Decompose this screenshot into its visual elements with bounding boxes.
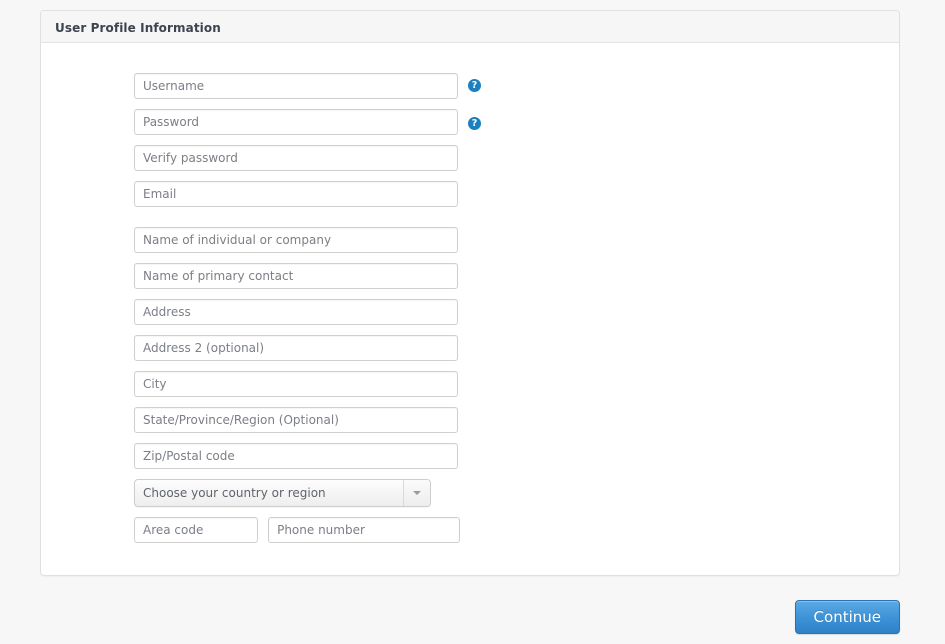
form-row-username: ? [41, 73, 899, 99]
chevron-down-icon[interactable] [403, 480, 430, 506]
zip-input[interactable] [134, 443, 458, 469]
form-row-password: ? [41, 109, 899, 135]
country-select[interactable]: Choose your country or region [134, 479, 431, 507]
form-row-zip [41, 443, 899, 469]
company-name-input[interactable] [134, 227, 458, 253]
address2-input[interactable] [134, 335, 458, 361]
form-row-address [41, 299, 899, 325]
area-code-input[interactable] [134, 517, 258, 543]
page-root: User Profile Information ? ? [0, 0, 945, 644]
address-input[interactable] [134, 299, 458, 325]
user-profile-panel: User Profile Information ? ? [40, 10, 900, 576]
primary-contact-input[interactable] [134, 263, 458, 289]
form-row-verify-password [41, 145, 899, 171]
username-input[interactable] [134, 73, 458, 99]
verify-password-input[interactable] [134, 145, 458, 171]
form-row-company-name [41, 227, 899, 253]
continue-button[interactable]: Continue [794, 600, 900, 634]
panel-body: ? ? [41, 43, 899, 543]
form-row-address2 [41, 335, 899, 361]
form-footer: Continue [40, 600, 900, 634]
form-row-state [41, 407, 899, 433]
email-input[interactable] [134, 181, 458, 207]
panel-header: User Profile Information [41, 11, 899, 43]
form-row-city [41, 371, 899, 397]
form-row-email [41, 181, 899, 207]
country-select-value: Choose your country or region [143, 486, 326, 500]
phone-number-input[interactable] [268, 517, 461, 543]
password-input[interactable] [134, 109, 458, 135]
help-icon-password[interactable]: ? [468, 117, 481, 130]
state-input[interactable] [134, 407, 458, 433]
form-row-country: Choose your country or region [41, 479, 899, 507]
form-row-primary-contact [41, 263, 899, 289]
form-row-phone [41, 517, 899, 543]
help-icon-username[interactable]: ? [468, 79, 481, 92]
page-title: User Profile Information [55, 21, 221, 35]
city-input[interactable] [134, 371, 458, 397]
